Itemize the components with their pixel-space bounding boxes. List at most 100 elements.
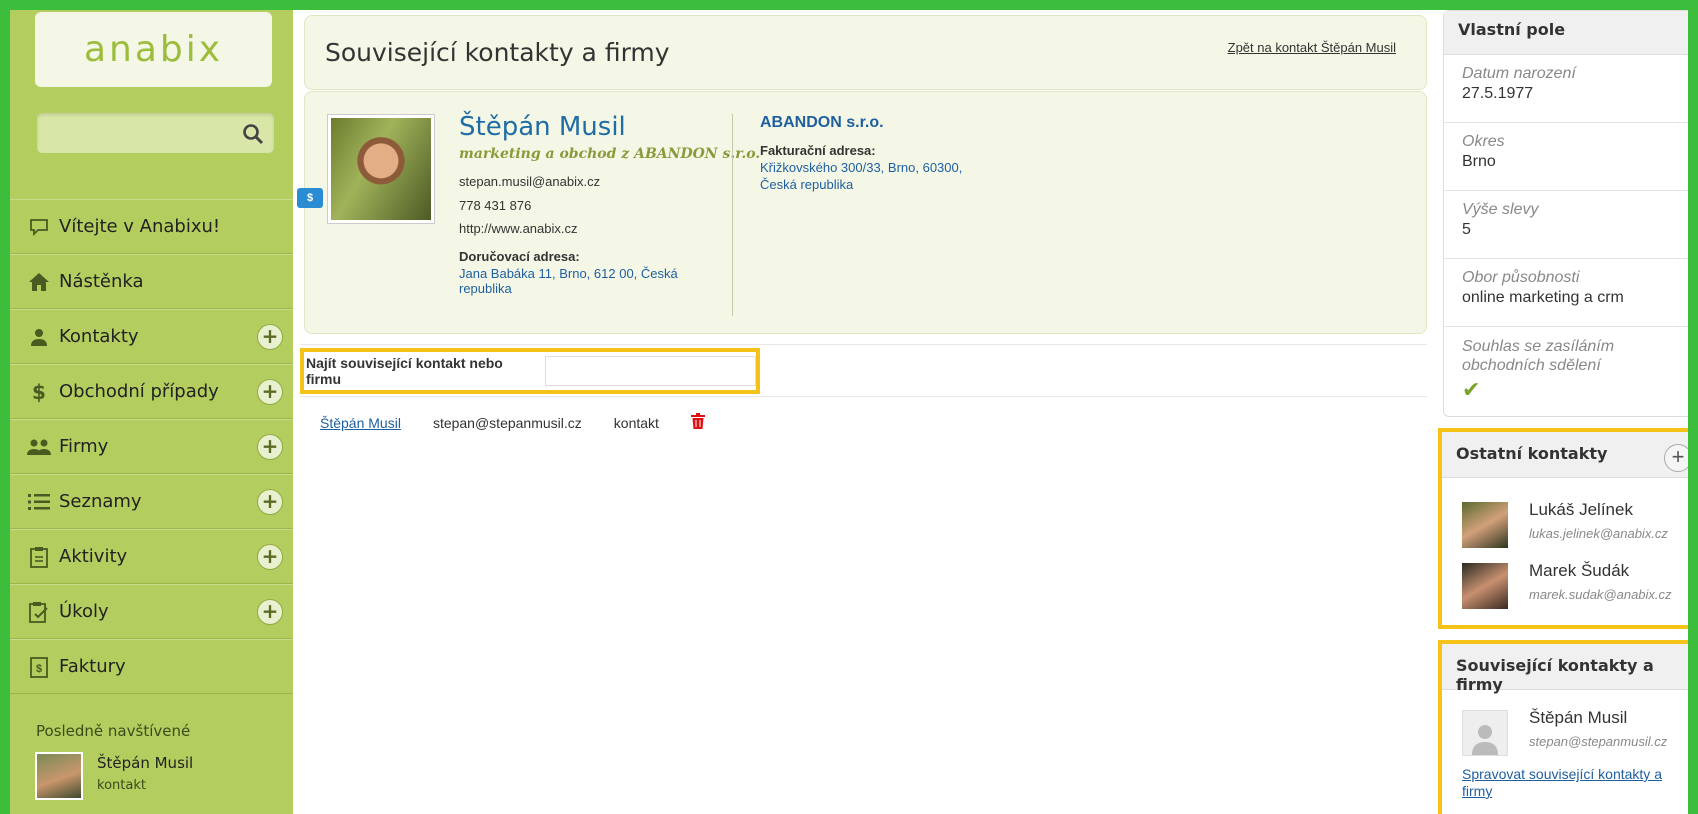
company-name: ABANDON s.r.o. [760,114,884,131]
nav-item-tasks[interactable]: Úkoly + [10,584,293,639]
dollar-icon: $ [32,379,46,404]
nav-label: Faktury [59,656,126,677]
field-label: Výše slevy [1462,201,1539,218]
add-task-button[interactable]: + [257,599,283,625]
nav-label: Úkoly [59,601,109,622]
related-contacts-panel: Související kontakty a firmy Štěpán Musi… [1438,640,1698,814]
contact-web-link[interactable]: http://www.anabix.cz [459,221,578,236]
nav-item-contacts[interactable]: Kontakty + [10,309,293,364]
nav-label: Nástěnka [59,271,144,292]
page-title: Související kontakty a firmy [325,38,670,67]
other-contact-name: Marek Šudák [1529,561,1630,580]
find-related-input[interactable] [545,356,756,386]
card-divider [732,114,733,316]
other-contact-item[interactable]: Marek Šudák marek.sudak@anabix.cz [1462,561,1672,609]
add-deal-button[interactable]: + [257,379,283,405]
nav-label: Vítejte v Anabixu! [59,216,221,237]
delivery-address-link-2[interactable]: republika [459,281,678,296]
field-label: Souhlas se zasíláním obchodních sdělení [1462,338,1615,374]
nav-label: Obchodní případy [59,381,219,402]
custom-fields-title: Vlastní pole [1444,11,1698,55]
billing-address-label: Fakturační adresa: [760,143,876,158]
other-contact-item[interactable]: Lukáš Jelínek lukas.jelinek@anabix.cz [1462,500,1668,548]
related-contact-email: stepan@stepanmusil.cz [432,414,582,431]
person-placeholder-icon [1462,710,1508,756]
field-value: 5 [1462,221,1471,238]
nav-item-dashboard[interactable]: Nástěnka [10,254,293,309]
recent-title: Posledně navštívené [36,722,191,740]
related-contact-item[interactable]: Štěpán Musil stepan@stepanmusil.cz [1462,708,1667,756]
search-icon[interactable] [242,123,264,145]
divider [300,344,1427,345]
recent-item-type: kontakt [97,778,146,793]
clipboard-icon [27,545,51,569]
billing-address: Fakturační adresa: Křižkovského 300/33, … [760,142,962,193]
group-icon [27,435,51,459]
back-to-contact-link[interactable]: Zpět na kontakt Štěpán Musil [1228,40,1396,55]
search-input[interactable] [37,113,274,153]
nav-item-activities[interactable]: Aktivity + [10,529,293,584]
divider [300,396,1427,397]
task-icon [27,600,51,624]
list-icon [27,490,51,514]
nav-item-deals[interactable]: $ Obchodní případy + [10,364,293,419]
related-contacts-title: Související kontakty a firmy [1442,644,1698,694]
nav-label: Seznamy [59,491,142,512]
related-contact-name-link[interactable]: Štěpán Musil [320,415,401,431]
other-contacts-title: Ostatní kontakty [1442,432,1698,478]
home-icon [27,270,51,294]
logo[interactable]: anabix [35,12,272,87]
check-icon: ✔ [1462,377,1481,402]
nav-item-welcome[interactable]: Vítejte v Anabixu! [10,199,293,254]
page-header: Související kontakty a firmy Zpět na kon… [304,15,1427,90]
custom-field: Obor působnosti online marketing a crm [1444,259,1698,327]
field-value: 27.5.1977 [1462,85,1534,102]
person-icon [27,325,51,349]
field-value: Brno [1462,153,1496,170]
chat-icon [27,215,51,239]
billing-address-link-2[interactable]: Česká republika [760,176,962,193]
manage-related-link[interactable]: Spravovat související kontakty a firmy [1462,766,1682,800]
related-contact-type: kontakt [613,414,659,431]
nav-label: Kontakty [59,326,139,347]
nav-item-companies[interactable]: Firmy + [10,419,293,474]
contact-email-link[interactable]: stepan.musil@anabix.cz [459,174,600,189]
contact-photo [327,114,435,224]
other-contact-name: Lukáš Jelínek [1529,500,1633,519]
other-contact-email: marek.sudak@anabix.cz [1529,587,1672,602]
custom-fields-panel: Vlastní pole Datum narození 27.5.1977 Ok… [1443,10,1698,417]
delivery-address-link[interactable]: Jana Babáka 11, Brno, 612 00, Česká [459,266,678,281]
delivery-address-label: Doručovací adresa: [459,249,580,264]
related-contact-row: Štěpán Musil stepan@stepanmusil.cz konta… [320,413,705,432]
deal-badge[interactable]: $ [297,188,323,208]
custom-field: Souhlas se zasíláním obchodních sdělení … [1444,327,1698,417]
recent-item[interactable]: Štěpán Musil kontakt [35,752,193,800]
svg-text:$: $ [36,663,42,675]
find-related-form: Najít související kontakt nebo firmu [300,348,760,394]
add-company-button[interactable]: + [257,434,283,460]
custom-field: Datum narození 27.5.1977 [1444,55,1698,123]
add-contact-button[interactable]: + [257,324,283,350]
custom-field: Okres Brno [1444,123,1698,191]
field-label: Obor působnosti [1462,269,1580,286]
contact-company-link[interactable]: ABANDON s.r.o. [634,146,760,162]
nav-label: Aktivity [59,546,128,567]
related-contact-email: stepan@stepanmusil.cz [1529,734,1668,749]
trash-icon[interactable] [690,413,705,432]
add-other-contact-button[interactable]: + [1664,444,1692,472]
main-nav: Vítejte v Anabixu! Nástěnka Kontakty + $… [10,199,293,694]
contact-role-prefix: marketing a obchod z [459,146,630,162]
nav-item-invoices[interactable]: $ Faktury [10,639,293,694]
other-contacts-panel: Ostatní kontakty + Lukáš Jelínek lukas.j… [1438,428,1698,629]
contact-name: Štěpán Musil [459,112,626,142]
other-contact-email: lukas.jelinek@anabix.cz [1529,526,1668,541]
nav-label: Firmy [59,436,109,457]
nav-item-lists[interactable]: Seznamy + [10,474,293,529]
avatar [1462,502,1508,548]
delivery-address: Doručovací adresa: Jana Babáka 11, Brno,… [459,249,678,296]
related-contact-name: Štěpán Musil [1529,708,1628,727]
billing-address-link[interactable]: Křižkovského 300/33, Brno, 60300, [760,159,962,176]
add-activity-button[interactable]: + [257,544,283,570]
add-list-button[interactable]: + [257,489,283,515]
logo-text: anabix [83,29,224,70]
